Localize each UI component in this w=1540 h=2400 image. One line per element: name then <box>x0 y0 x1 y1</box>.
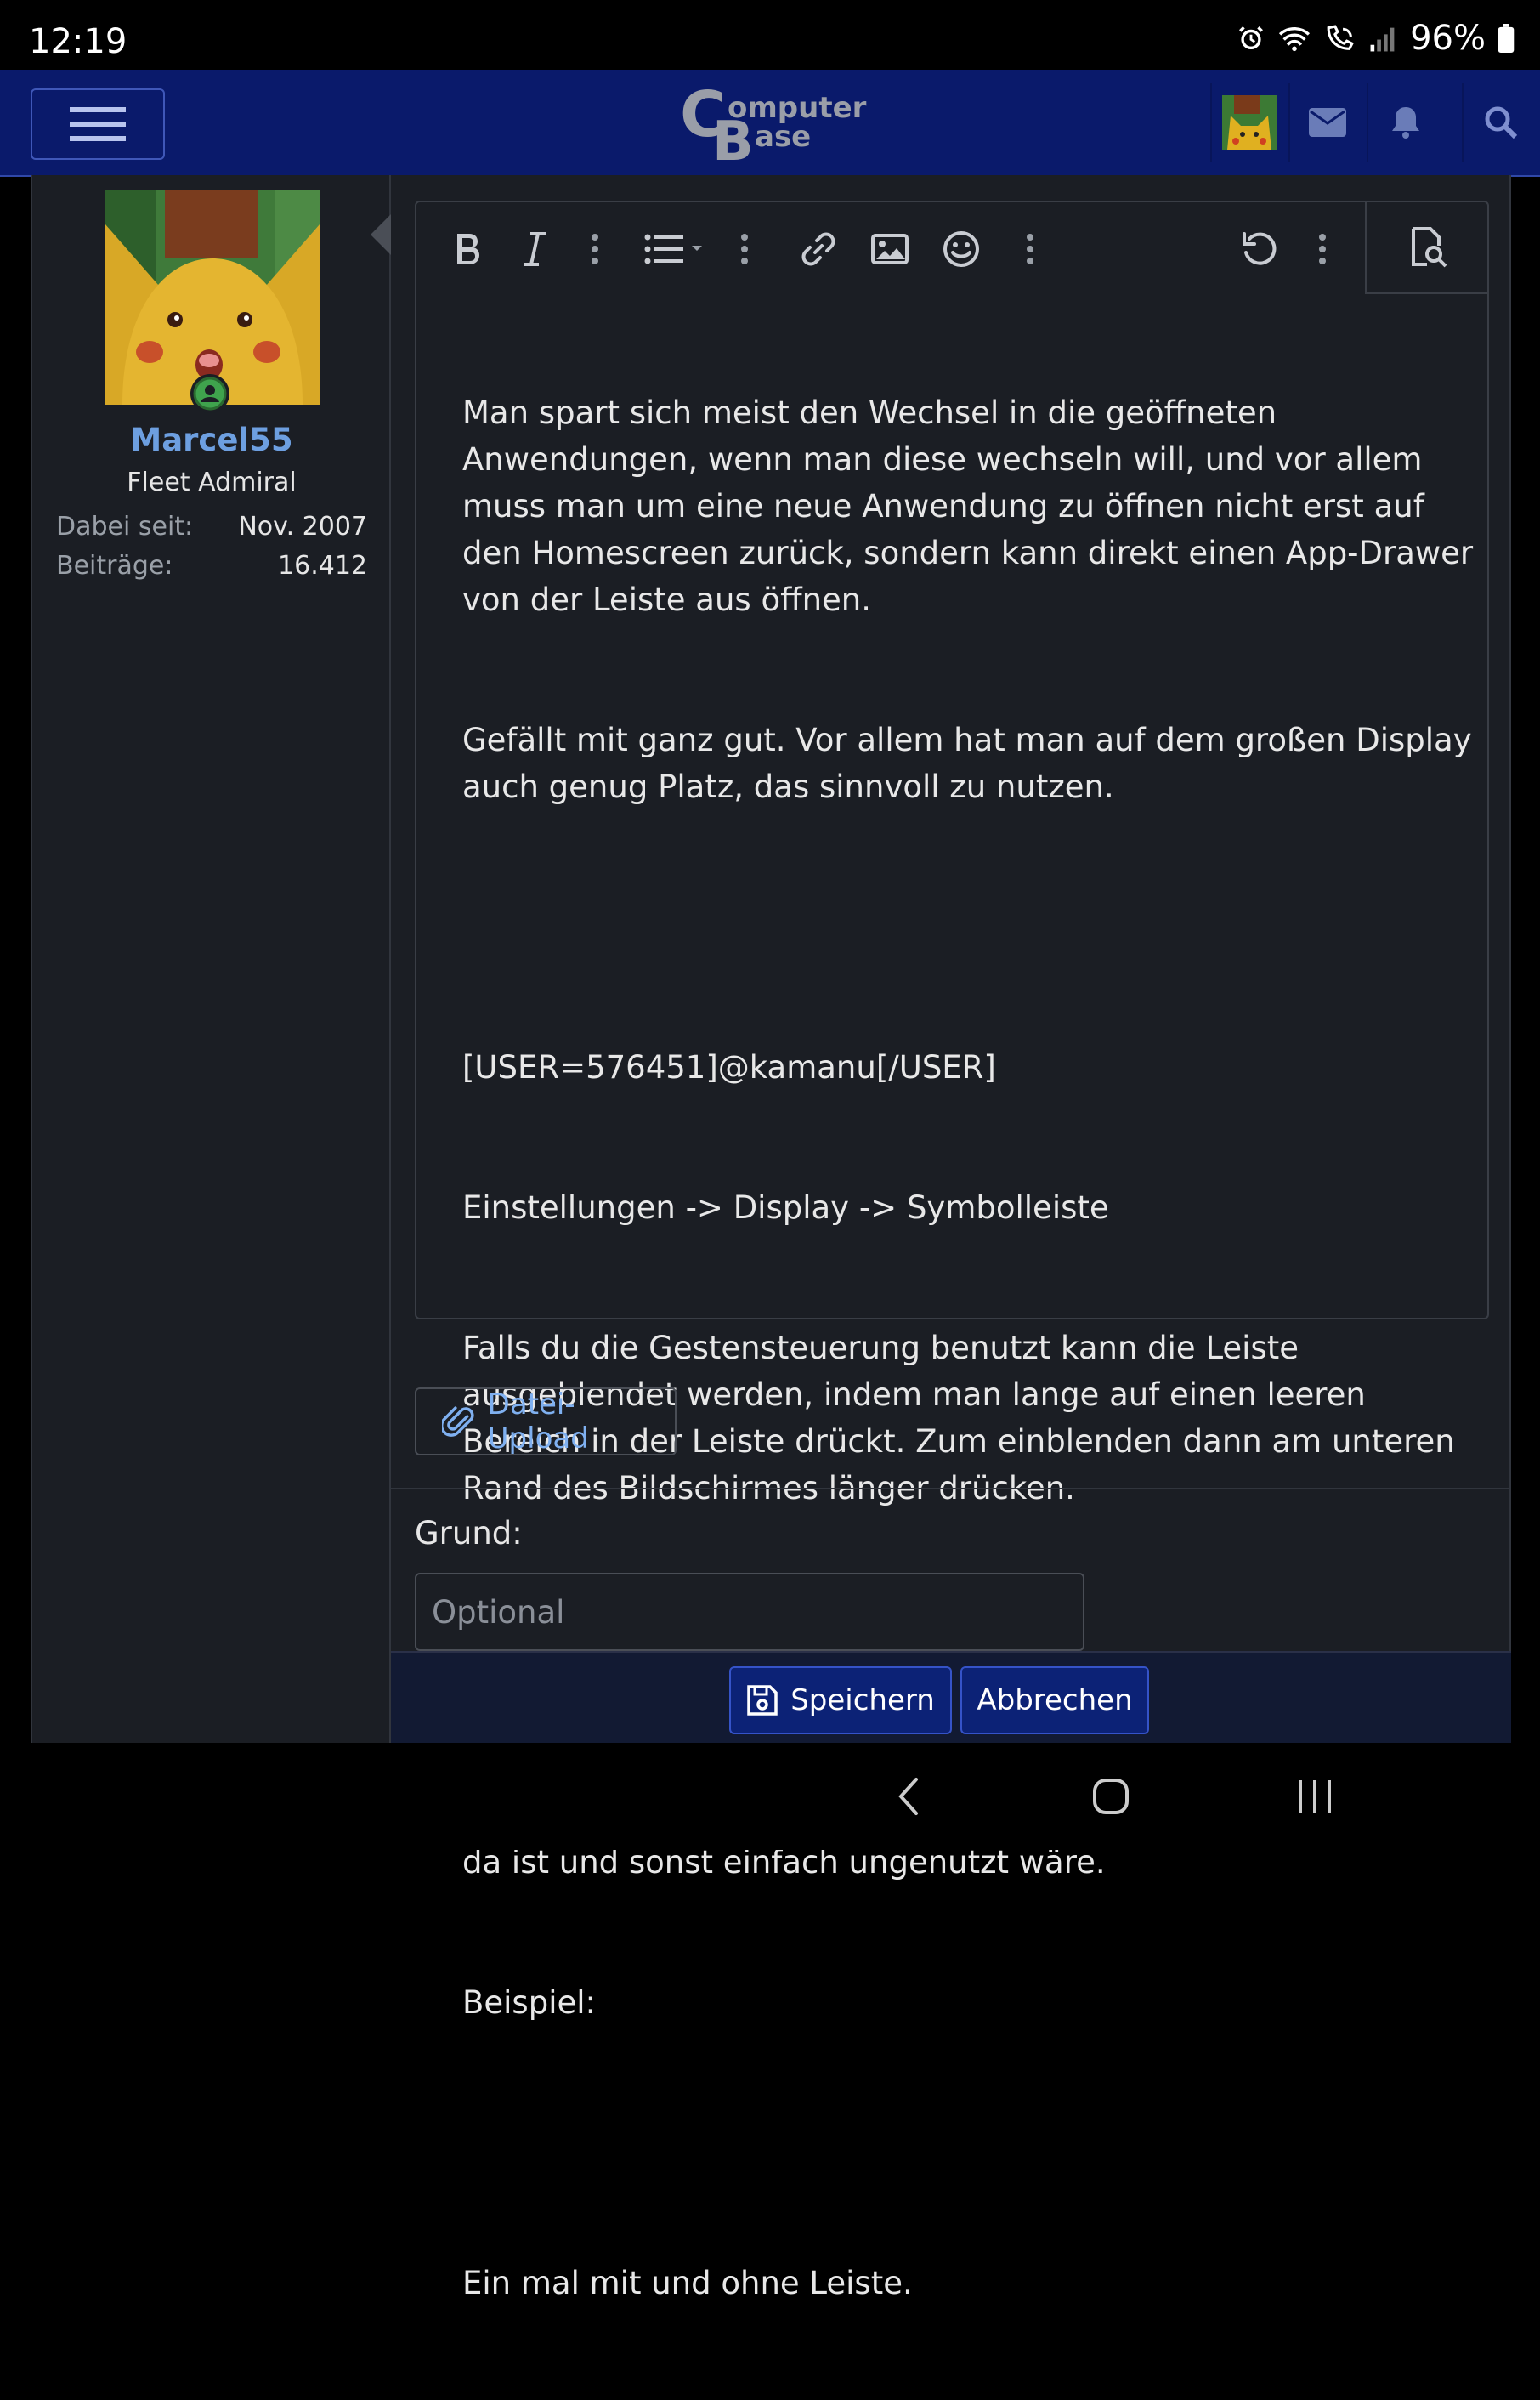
image-icon <box>871 234 909 264</box>
bold-icon <box>457 234 479 264</box>
more-icon <box>1027 234 1033 264</box>
clock: 12:19 <box>29 22 127 61</box>
editor-paragraph: Einstellungen -> Display -> Symbolleiste <box>462 1189 1109 1226</box>
alarm-icon <box>1239 26 1264 50</box>
undo-button[interactable] <box>1237 223 1283 275</box>
editor-paragraph: Gefällt mit ganz gut. Vor allem hat man … <box>462 722 1482 805</box>
post-edit-page: Marcel55 Fleet Admiral Dabei seit: Nov. … <box>31 175 1511 2301</box>
back-button[interactable] <box>879 1770 938 1823</box>
user-avatar[interactable] <box>105 190 320 405</box>
messages-button[interactable] <box>1288 70 1367 175</box>
account-avatar-button[interactable] <box>1210 70 1288 175</box>
wifi-calling-icon <box>1327 25 1355 50</box>
home-button[interactable] <box>1081 1770 1141 1823</box>
editor-paragraph <box>462 2119 1474 2166</box>
italic-button[interactable] <box>512 223 558 275</box>
username-link[interactable]: Marcel55 <box>32 422 391 458</box>
file-upload-button[interactable]: Datei-Upload <box>415 1387 677 1455</box>
editor-paragraph: [USER=576451]@kamanu[/USER] <box>462 1049 996 1086</box>
paperclip-icon <box>442 1406 474 1437</box>
undo-icon <box>1243 232 1277 265</box>
status-bar: 12:19 96% <box>0 0 1540 70</box>
more-insert-button[interactable] <box>1013 223 1047 275</box>
emoji-button[interactable] <box>938 223 984 275</box>
menu-button[interactable] <box>31 88 165 160</box>
back-icon <box>898 1778 918 1815</box>
italic-icon <box>524 232 546 266</box>
editor-paragraph <box>462 904 1474 950</box>
list-button[interactable] <box>643 223 711 275</box>
reason-input[interactable] <box>415 1573 1084 1651</box>
editor-paragraph: Beispiel: <box>462 1984 596 2021</box>
stat-posts: Beiträge: 16.412 <box>56 551 367 581</box>
home-icon <box>1093 1779 1129 1814</box>
computerbase-logo[interactable]: C B omputer ase <box>680 78 867 173</box>
more-icon <box>741 234 748 264</box>
preview-button[interactable] <box>1365 202 1487 294</box>
file-upload-label: Datei-Upload <box>487 1387 589 1455</box>
search-button[interactable] <box>1462 70 1540 175</box>
more-list-button[interactable] <box>728 223 762 275</box>
list-icon <box>644 234 702 264</box>
battery-percent: 96% <box>1410 19 1486 58</box>
svg-text:ase: ase <box>755 120 811 154</box>
more-formatting-button[interactable] <box>578 223 612 275</box>
recent-apps-button[interactable] <box>1285 1770 1345 1823</box>
stat-joined: Dabei seit: Nov. 2007 <box>56 512 367 542</box>
system-navigation-bar <box>0 1743 1540 1850</box>
link-icon <box>801 232 835 266</box>
link-button[interactable] <box>795 223 841 275</box>
preview-icon <box>1412 227 1447 268</box>
form-action-bar: Speichern Abbrechen <box>391 1651 1511 1743</box>
save-button[interactable]: Speichern <box>729 1666 952 1734</box>
rich-text-editor[interactable]: Man spart sich meist den Wechsel in die … <box>415 201 1489 2301</box>
form-divider <box>391 1488 1511 1489</box>
search-icon <box>1485 106 1518 139</box>
more-icon <box>1319 234 1326 264</box>
wifi-icon <box>1279 26 1311 52</box>
user-title: Fleet Admiral <box>127 468 297 497</box>
more-icon <box>592 234 598 264</box>
online-status-badge <box>190 374 229 413</box>
recent-apps-icon <box>1299 1780 1331 1813</box>
cancel-button[interactable]: Abbrechen <box>960 1666 1149 1734</box>
hamburger-icon <box>70 107 126 141</box>
envelope-icon <box>1309 108 1346 137</box>
editor-paragraph: Ein mal mit und ohne Leiste. <box>462 2265 913 2301</box>
editor-content[interactable]: Man spart sich meist den Wechsel in die … <box>462 296 1474 2400</box>
online-user-icon <box>193 377 227 411</box>
pikachu-avatar-icon <box>105 190 320 405</box>
site-header: C B omputer ase <box>0 70 1540 177</box>
avatar-icon <box>1222 95 1277 150</box>
editor-paragraph: Man spart sich meist den Wechsel in die … <box>462 394 1483 618</box>
bell-icon <box>1392 107 1419 139</box>
signal-icon <box>1370 27 1395 52</box>
message-arrow <box>371 214 391 255</box>
image-button[interactable] <box>867 223 913 275</box>
more-history-button[interactable] <box>1305 223 1339 275</box>
emoji-icon <box>943 231 979 267</box>
editor-toolbar <box>416 202 1487 296</box>
bold-button[interactable] <box>445 223 491 275</box>
save-icon <box>747 1685 778 1716</box>
save-label: Speichern <box>790 1683 935 1717</box>
battery-icon <box>1498 24 1515 53</box>
cancel-label: Abbrechen <box>977 1683 1133 1717</box>
notifications-button[interactable] <box>1367 70 1445 175</box>
reason-label: Grund: <box>415 1515 523 1552</box>
user-sidebar: Marcel55 Fleet Admiral Dabei seit: Nov. … <box>32 175 391 1743</box>
